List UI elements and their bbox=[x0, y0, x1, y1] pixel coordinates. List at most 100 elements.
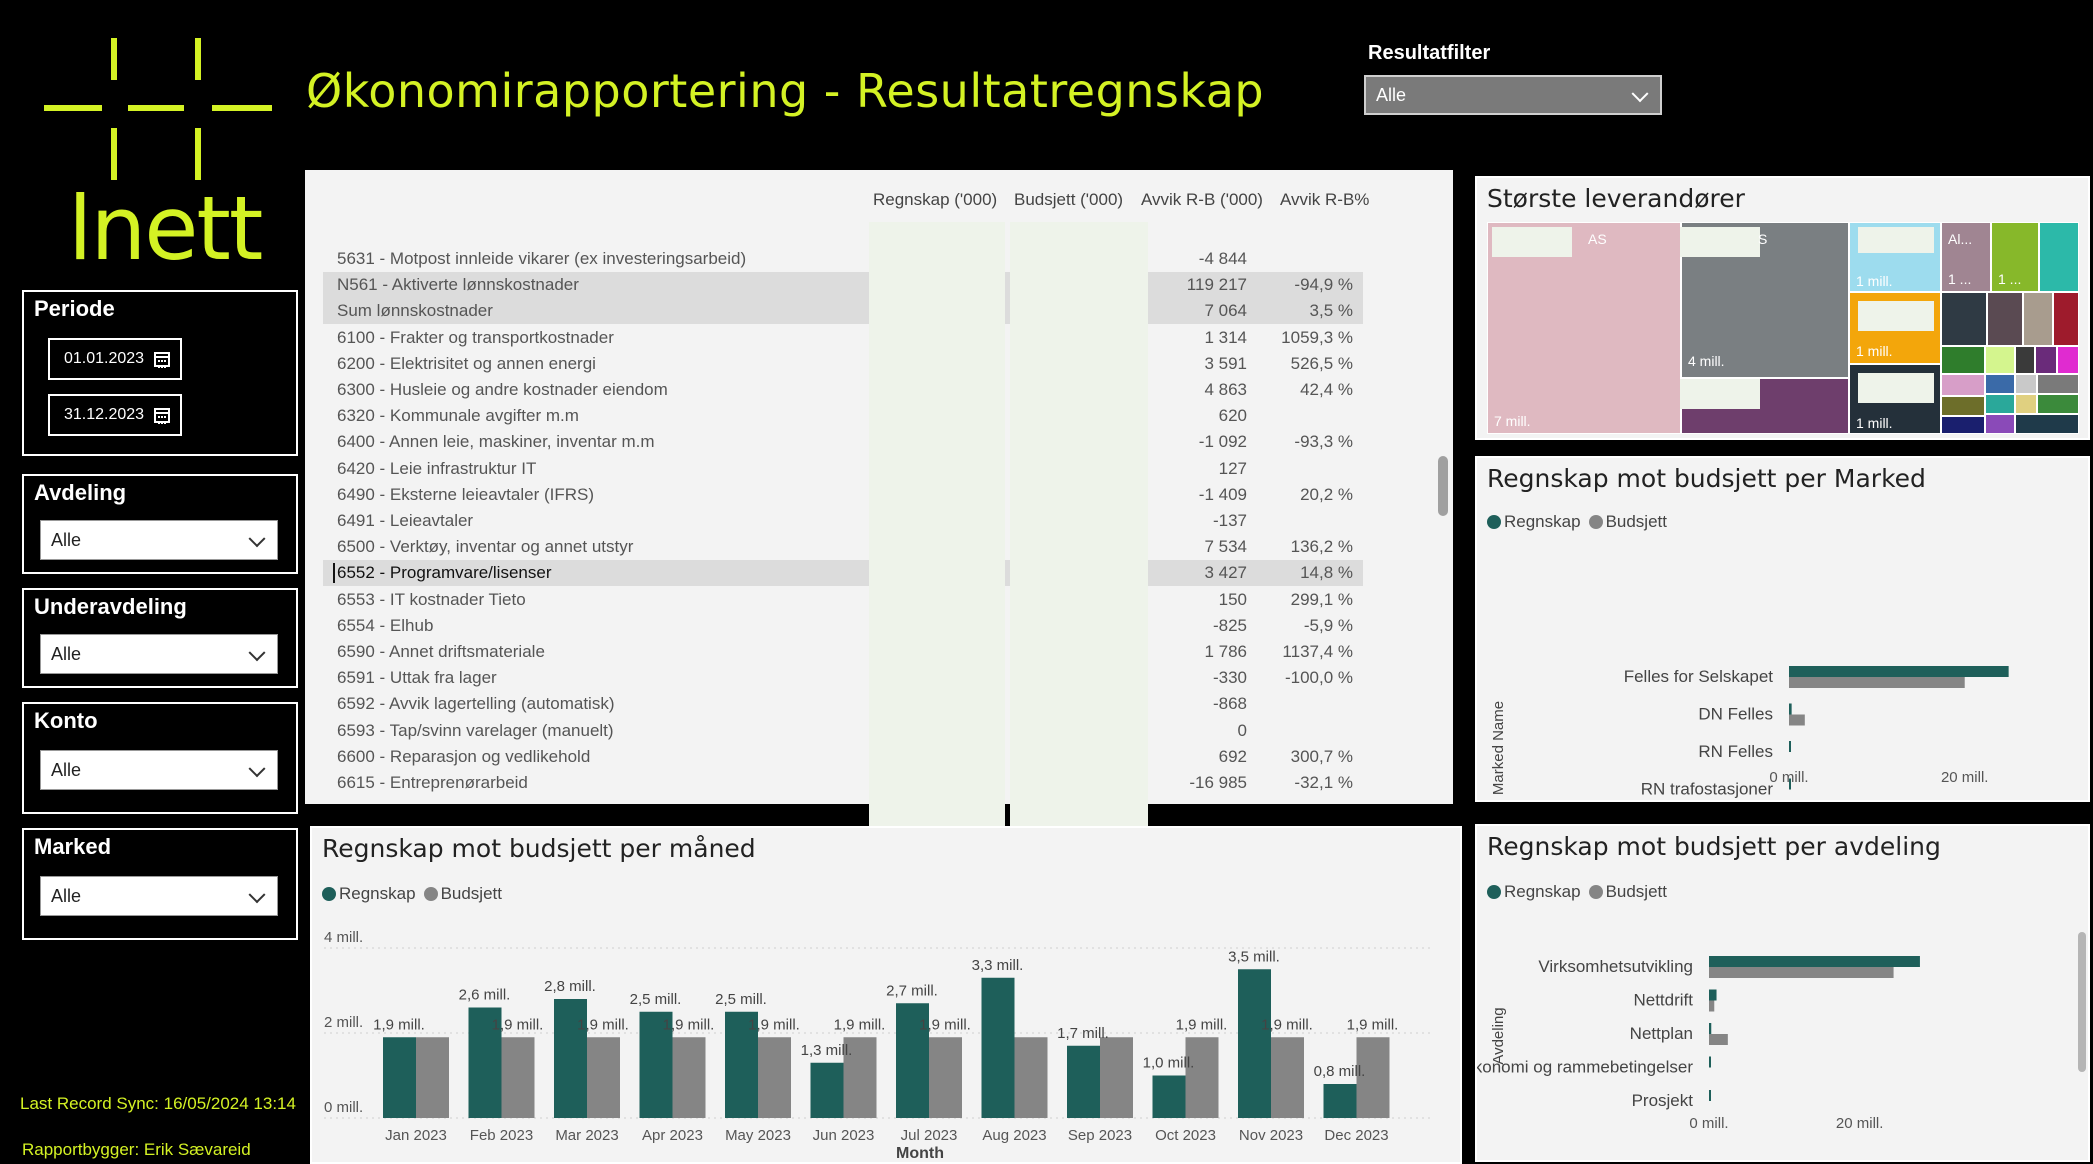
underavdeling-dropdown[interactable]: Alle bbox=[40, 634, 278, 674]
treemap-tile[interactable] bbox=[1941, 346, 1985, 374]
treemap-tile[interactable] bbox=[2037, 374, 2079, 394]
treemap-tile[interactable] bbox=[2015, 394, 2037, 414]
table-row[interactable]: 6400 - Annen leie, maskiner, inventar m.… bbox=[323, 429, 1363, 455]
treemap-tile[interactable] bbox=[1985, 346, 2015, 374]
table-row[interactable]: 6500 - Verktøy, inventar og annet utstyr… bbox=[323, 534, 1363, 560]
table-row[interactable]: Sum lønnskostnader 7 064 3,5 % bbox=[323, 298, 1363, 325]
bar-budsjett[interactable] bbox=[1709, 1034, 1728, 1045]
bar-regnskap[interactable] bbox=[1067, 1045, 1100, 1118]
table-row[interactable]: 6592 - Avvik lagertelling (automatisk) -8… bbox=[323, 691, 1363, 717]
bar-budsjett[interactable] bbox=[416, 1037, 449, 1118]
treemap-tile[interactable] bbox=[1987, 292, 2023, 346]
table-row[interactable]: 6300 - Husleie og andre kostnader eiendo… bbox=[323, 377, 1363, 403]
treemap-tile[interactable]: 1 mill. bbox=[1849, 364, 1941, 434]
table-row[interactable]: 6600 - Reparasjon og vedlikehold 692 300,7… bbox=[323, 744, 1363, 770]
bar-budsjett[interactable] bbox=[1185, 1037, 1219, 1118]
bar-budsjett[interactable] bbox=[1100, 1037, 1133, 1118]
bar-regnskap[interactable] bbox=[1789, 741, 1791, 752]
bar-regnskap[interactable] bbox=[1323, 1084, 1357, 1118]
table-row[interactable]: 6615 - Entreprenørarbeid -16 985 -32,1 % bbox=[323, 770, 1363, 796]
bar-regnskap[interactable] bbox=[1709, 989, 1717, 1001]
treemap-tile[interactable]: 1 mill. bbox=[1849, 222, 1941, 292]
table-row[interactable]: 6552 - Programvare/lisenser 3 427 14,8 % bbox=[323, 560, 1363, 587]
table-row[interactable]: 6320 - Kommunale avgifter m.m 620 bbox=[323, 403, 1363, 429]
bar-budsjett[interactable] bbox=[1014, 1037, 1048, 1118]
bar-budsjett[interactable] bbox=[587, 1037, 620, 1118]
table-row[interactable]: 6593 - Tap/svinn varelager (manuelt) 0 bbox=[323, 718, 1363, 744]
y-axis-label: Marked Name bbox=[1490, 701, 1507, 795]
table-row[interactable]: 6591 - Uttak fra lager -330 -100,0 % bbox=[323, 665, 1363, 691]
treemap-tile[interactable] bbox=[2037, 394, 2079, 414]
bar-budsjett[interactable] bbox=[758, 1037, 791, 1118]
treemap-tile[interactable] bbox=[1985, 414, 2015, 434]
bar-regnskap[interactable] bbox=[810, 1062, 844, 1118]
table-row[interactable]: 6553 - IT kostnader Tieto 150 299,1 % bbox=[323, 587, 1363, 613]
treemap-tile[interactable] bbox=[1985, 374, 2015, 394]
bar-regnskap[interactable] bbox=[1238, 969, 1271, 1118]
bar-budsjett[interactable] bbox=[929, 1037, 962, 1118]
table-row[interactable]: 6420 - Leie infrastruktur IT 127 bbox=[323, 456, 1363, 482]
bar-budsjett[interactable] bbox=[1709, 1000, 1715, 1012]
bar-regnskap[interactable] bbox=[1709, 1090, 1711, 1101]
result-filter-dropdown[interactable]: Alle bbox=[1364, 75, 1662, 115]
treemap-tile[interactable] bbox=[2057, 346, 2079, 374]
treemap-tile[interactable] bbox=[1941, 396, 1985, 416]
treemap-tile[interactable] bbox=[1941, 416, 1985, 434]
marked-dropdown[interactable]: Alle bbox=[40, 876, 278, 916]
treemap-tile[interactable]: Al... 1 ... bbox=[1941, 222, 1991, 292]
col-header-regnskap[interactable]: Regnskap ('000) bbox=[873, 190, 997, 210]
bar-regnskap[interactable] bbox=[1789, 703, 1792, 715]
col-header-avvik-pct[interactable]: Avvik R-B% bbox=[1280, 190, 1369, 210]
bar-regnskap[interactable] bbox=[1152, 1075, 1186, 1119]
treemap-tile[interactable] bbox=[1680, 378, 1849, 434]
avdeling-dropdown[interactable]: Alle bbox=[40, 520, 278, 560]
category-label: Virksomhetsutvikling bbox=[1538, 957, 1693, 976]
treemap-tile[interactable] bbox=[2053, 292, 2079, 346]
bar-regnskap[interactable] bbox=[383, 1037, 416, 1118]
date-to-input[interactable]: 31.12.2023 bbox=[48, 394, 182, 436]
treemap-tile[interactable] bbox=[2015, 414, 2079, 434]
x-tick-label: Jan 2023 bbox=[385, 1127, 447, 1144]
table-row[interactable]: N561 - Aktiverte lønnskostnader 119 217 -9… bbox=[323, 272, 1363, 299]
table-row[interactable]: 6100 - Frakter og transportkostnader 1 31… bbox=[323, 325, 1363, 351]
calendar-icon[interactable] bbox=[154, 408, 170, 424]
treemap-tile[interactable]: S 4 mill. bbox=[1680, 222, 1849, 378]
col-header-avvik[interactable]: Avvik R-B ('000) bbox=[1141, 190, 1263, 210]
bar-regnskap[interactable] bbox=[1709, 956, 1920, 967]
bar-budsjett[interactable] bbox=[1709, 967, 1894, 978]
treemap-tile[interactable] bbox=[2023, 292, 2053, 346]
table-row[interactable]: 6490 - Eksterne leieavtaler (IFRS) -1 409… bbox=[323, 482, 1363, 508]
bar-budsjett[interactable] bbox=[1789, 677, 1965, 688]
date-from-input[interactable]: 01.01.2023 bbox=[48, 338, 182, 380]
bar-regnskap[interactable] bbox=[1709, 1056, 1711, 1068]
bar-budsjett[interactable] bbox=[672, 1037, 706, 1118]
bar-budsjett[interactable] bbox=[1789, 714, 1805, 726]
bar-regnskap[interactable] bbox=[1709, 1023, 1712, 1034]
y-tick-label: 2 mill. bbox=[324, 1014, 363, 1031]
treemap-tile[interactable] bbox=[2039, 222, 2079, 292]
treemap-tile[interactable] bbox=[1941, 292, 1987, 346]
treemap-tile[interactable] bbox=[1941, 374, 1985, 396]
table-scrollbar[interactable] bbox=[1438, 456, 1448, 516]
treemap-tile[interactable] bbox=[2015, 374, 2037, 394]
col-header-budsjett[interactable]: Budsjett ('000) bbox=[1014, 190, 1123, 210]
table-row[interactable]: 5631 - Motpost innleide vikarer (ex inve… bbox=[323, 246, 1363, 272]
bar-budsjett[interactable] bbox=[501, 1037, 535, 1118]
table-row[interactable]: 6491 - Leieavtaler -137 bbox=[323, 508, 1363, 534]
treemap-tile[interactable]: 1 ... bbox=[1991, 222, 2039, 292]
x-tick-label: Nov 2023 bbox=[1239, 1127, 1303, 1144]
calendar-icon[interactable] bbox=[154, 352, 170, 368]
treemap-tile[interactable] bbox=[2015, 346, 2035, 374]
table-row[interactable]: 6590 - Annet driftsmateriale 1 786 1137,4 … bbox=[323, 639, 1363, 665]
table-row[interactable]: 6200 - Elektrisitet og annen energi 3 591… bbox=[323, 351, 1363, 377]
table-row[interactable]: 6554 - Elhub -825 -5,9 % bbox=[323, 613, 1363, 639]
bar-regnskap[interactable] bbox=[981, 977, 1015, 1118]
bar-regnskap[interactable] bbox=[1789, 666, 2009, 677]
treemap-tile[interactable] bbox=[1985, 394, 2015, 414]
bar-budsjett[interactable] bbox=[1271, 1037, 1304, 1118]
department-scrollbar[interactable] bbox=[2078, 932, 2086, 1072]
treemap-tile[interactable]: 1 mill. bbox=[1849, 292, 1941, 364]
treemap-tile[interactable]: AS 7 mill. bbox=[1487, 222, 1681, 434]
konto-dropdown[interactable]: Alle bbox=[40, 750, 278, 790]
treemap-tile[interactable] bbox=[2035, 346, 2057, 374]
